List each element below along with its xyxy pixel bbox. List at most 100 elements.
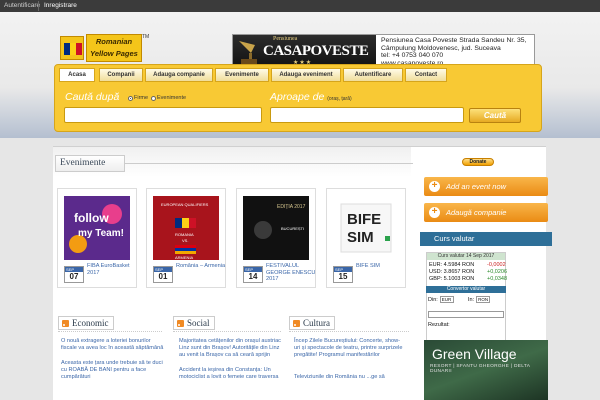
news-social-title-box[interactable]: Social — [173, 316, 215, 330]
poster-text: EDIȚIA 2017 — [277, 204, 306, 210]
rate-label: GBP: 5.1003 RON — [429, 276, 475, 282]
news-item[interactable]: Încep Zilele Bucureștiului: Concerte, sh… — [294, 338, 406, 359]
news-item[interactable]: O nouă extragere a loteriei bonurilor fi… — [61, 338, 166, 352]
event-image-eurobasket[interactable]: follow my Team! — [64, 196, 130, 260]
poster-text: SIM — [347, 229, 374, 246]
rate-row: EUR: 4.5984 RON -0,0002 — [429, 262, 506, 268]
event-title[interactable]: BIFE SIM — [356, 263, 406, 270]
rate-change: +0,0206 — [487, 269, 508, 275]
logo[interactable]: Romanian Yellow Pages TM — [60, 34, 149, 62]
ad-info-line: Pensiunea Casa Poveste Strada Sandeu Nr.… — [381, 37, 527, 44]
search-near-label: Aproape de (oraș, țară) — [270, 91, 352, 103]
news-economic-title: Economic — [72, 318, 109, 328]
converter-from-label: Din: — [428, 296, 438, 303]
date-badge: SEP 07 — [64, 266, 84, 283]
login-link[interactable]: Autentificare — [4, 2, 40, 9]
ad-brand: CASAPOVESTE — [263, 43, 369, 59]
converter-amount-input[interactable] — [428, 311, 504, 318]
news-item[interactable]: Televiziunile din România nu ...ge să — [294, 374, 406, 381]
event-title[interactable]: România – Armenia — [176, 263, 226, 270]
section-divider — [125, 163, 413, 164]
rate-label: EUR: 4.5984 RON — [429, 262, 475, 268]
radio-firme-label: Firme — [134, 95, 149, 101]
add-company-button[interactable]: + Adaugă companie — [424, 203, 548, 222]
add-event-button[interactable]: + Add an event now — [424, 177, 548, 196]
news-cultura-title: Cultura — [303, 318, 330, 328]
search-what-input[interactable] — [64, 107, 262, 123]
event-card[interactable]: BIFE SIM SEP 15 BIFE SIM — [326, 188, 406, 288]
date-day: 07 — [69, 272, 79, 281]
nav-search-panel: Acasa Companii Adauga companie Eveniment… — [54, 64, 542, 132]
logo-text: Romanian Yellow Pages — [86, 34, 142, 62]
search-near-hint: (oraș, țară) — [327, 96, 352, 102]
news-item[interactable]: Accident la ieșirea din Constanța: Un mo… — [179, 367, 283, 381]
currency-date-header: Curs valutar 14 Sep 2017 — [427, 253, 505, 260]
search-near-text: Aproape de — [270, 91, 325, 103]
radio-dot — [151, 95, 156, 101]
plus-icon: + — [429, 207, 440, 218]
ad-brand-small: Pensiunea — [273, 36, 298, 42]
register-link[interactable]: Inregistrare — [44, 2, 77, 9]
search-what-label: Cautǎ după — [65, 91, 120, 103]
poster-text: my Team! — [78, 228, 124, 239]
rss-icon[interactable] — [293, 320, 300, 327]
poster-text: ARMENIA — [175, 255, 194, 260]
nav-companii[interactable]: Companii — [99, 68, 143, 82]
news-item[interactable]: Majoritatea cetățenilor din orașul austr… — [179, 338, 283, 359]
search-button[interactable]: Cautǎ — [469, 108, 521, 123]
nav-adauga-eveniment[interactable]: Adauga eveniment — [271, 68, 341, 82]
add-company-label: Adaugă companie — [446, 208, 507, 217]
event-card[interactable]: EDIȚIA 2017 BUCUREȘTI SEP 14 FESTIVALUL … — [236, 188, 316, 288]
event-card[interactable]: EUROPEAN QUALIFIERS ROMANIA VS. ARMENIA … — [146, 188, 226, 288]
radio-firme[interactable]: Firme — [128, 95, 148, 101]
event-title[interactable]: FIBA EuroBasket 2017 — [87, 263, 137, 276]
event-image-bife-sim[interactable]: BIFE SIM — [333, 196, 399, 260]
nav-contact[interactable]: Contact — [405, 68, 447, 82]
converter-to-label: In: — [468, 296, 475, 303]
top-bar: Autentificare Inregistrare — [0, 0, 600, 12]
converter-result-label: Rezultat: — [428, 322, 450, 328]
news-item[interactable]: Aceasta este țara unde trebuie să te duc… — [61, 360, 166, 381]
news-economic-title-box[interactable]: Economic — [58, 316, 114, 330]
trademark-mark: TM — [142, 34, 150, 40]
ad-info-line: Câmpulung Moldovenesc, jud. Suceava — [381, 44, 501, 52]
radio-evenimente-label: Evenimente — [157, 95, 187, 101]
header: Romanian Yellow Pages TM Pensiunea CASAP… — [0, 12, 600, 138]
ad-contact-info: Pensiunea Casa Poveste Strada Sandeu Nr.… — [381, 37, 533, 67]
converter-to: In: RON — [468, 296, 491, 303]
rss-icon[interactable] — [62, 320, 69, 327]
poster-text: BUCUREȘTI — [281, 226, 304, 231]
rss-icon[interactable] — [177, 320, 184, 327]
event-image-enescu[interactable]: EDIȚIA 2017 BUCUREȘTI — [243, 196, 309, 260]
gramophone-icon — [239, 41, 257, 64]
news-cultura-title-box[interactable]: Cultura — [289, 316, 335, 330]
news-economic-header: Economic — [58, 316, 162, 332]
ad-info-line: tel: +4 0753 040 070 — [381, 52, 444, 60]
date-day: 15 — [338, 272, 348, 281]
nav-autentificare[interactable]: Autentificare — [343, 68, 403, 82]
event-image-romania-armenia[interactable]: EUROPEAN QUALIFIERS ROMANIA VS. ARMENIA — [153, 196, 219, 260]
banner-subtitle: RESORT | SFANTU GHEORGHE | DELTA DUNARII — [430, 364, 530, 374]
radio-evenimente[interactable]: Evenimente — [151, 95, 186, 101]
event-card[interactable]: follow my Team! SEP 07 FIBA EuroBasket 2… — [57, 188, 137, 288]
donate-button[interactable]: Donate — [462, 158, 494, 166]
currency-title: Curs valutar — [420, 232, 552, 246]
rate-row: USD: 3.8657 RON +0,0206 — [429, 269, 507, 275]
rate-change: +0,0348 — [487, 276, 508, 282]
converter-from-select[interactable]: EUR — [439, 296, 454, 303]
romania-flag-icon — [60, 36, 84, 60]
rate-change: -0,0002 — [487, 262, 506, 268]
nav-evenimente[interactable]: Evenimente — [215, 68, 269, 82]
converter-to-select[interactable]: RON — [476, 296, 491, 303]
news-cultura-header: Cultura — [289, 316, 409, 332]
event-title[interactable]: FESTIVALUL GEORGE ENESCU 2017 — [266, 263, 316, 283]
poster-text: BIFE — [347, 211, 381, 228]
nav-acasa[interactable]: Acasa — [59, 68, 95, 82]
poster-text: EUROPEAN QUALIFIERS — [161, 202, 209, 207]
green-village-banner[interactable]: Green Village RESORT | SFANTU GHEORGHE |… — [424, 340, 548, 400]
date-badge: SEP 14 — [243, 266, 263, 283]
radio-dot-selected — [128, 95, 133, 101]
search-near-input[interactable] — [270, 107, 464, 123]
date-badge: SEP 01 — [153, 266, 173, 283]
nav-adauga-companie[interactable]: Adauga companie — [145, 68, 213, 82]
